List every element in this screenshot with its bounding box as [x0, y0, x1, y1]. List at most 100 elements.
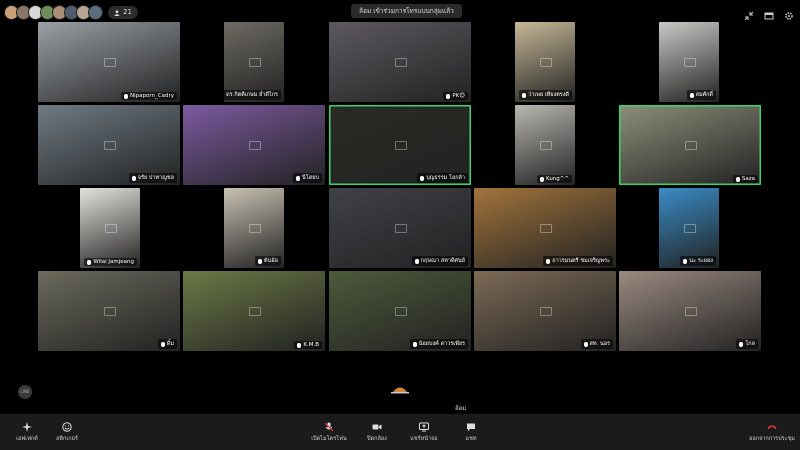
video-tile[interactable]: Nipaporn_Cadry [38, 22, 180, 102]
video-tile[interactable]: กฤษณา สหาดิศนย์ [329, 188, 471, 268]
camera-icon [105, 224, 117, 233]
mic-icon [739, 341, 744, 347]
video-tile[interactable]: Wilai Jamjeang [80, 188, 140, 268]
participant-name-text: โกล [745, 341, 755, 347]
camera-button[interactable]: ปิดกล้อง [357, 414, 397, 450]
video-tile[interactable]: จรัย ปาทาญชล [38, 105, 180, 185]
participant-name-text: ดิ๋ม [166, 341, 174, 347]
participant-name: กฤษณา สหาดิศนย์ [411, 256, 468, 266]
leave-meeting-label: ออกจากการประชุม [749, 435, 795, 442]
minimize-icon[interactable] [744, 6, 754, 21]
mic-icon [414, 258, 419, 264]
video-tile[interactable]: PK😊 [329, 22, 471, 102]
share-screen-button[interactable]: แชร์หน้าจอ [404, 414, 444, 450]
camera-icon [249, 224, 261, 233]
participant-name-text: ถาวรมนตรี ชมเจริญพระ [552, 258, 610, 264]
leave-meeting-button[interactable]: ออกจากการประชุม [748, 414, 796, 450]
video-tile[interactable]: นีโดยบ [183, 105, 325, 185]
mic-icon [683, 258, 688, 264]
video-tile[interactable]: K.M.B [183, 271, 325, 351]
mic-icon [420, 175, 425, 181]
participant-name: นะ ระยอง [680, 256, 716, 266]
video-tile[interactable]: ว่าเพย เทียงตรงดี [515, 22, 575, 102]
camera-icon [395, 141, 407, 150]
camera-icon [104, 307, 116, 316]
mic-icon [546, 258, 551, 264]
mic-icon [735, 176, 740, 182]
camera-icon [372, 424, 382, 429]
effects-icon [22, 421, 32, 432]
layout-icon[interactable] [764, 6, 774, 20]
participant-name: น้อยบงค์ ดาวรเพียร [409, 339, 468, 349]
mic-icon [412, 341, 417, 347]
avatar [88, 5, 103, 20]
video-tile[interactable]: ดร.กิตติเกษม ย่ำดีไกร [224, 22, 284, 102]
chat-label: แชท [465, 435, 477, 442]
video-tile[interactable]: สมศักดิ์ [659, 22, 719, 102]
person-icon [114, 9, 120, 16]
participant-name: จรัย ปาทาญชล [128, 173, 177, 183]
mic-icon [297, 342, 302, 348]
video-tile[interactable]: สท. นอร [474, 271, 616, 351]
camera-icon [685, 307, 697, 316]
mic-icon [160, 341, 165, 347]
participant-count-value: 21 [123, 8, 132, 16]
self-name: ล้อม [455, 405, 467, 412]
camera-icon [249, 307, 261, 316]
mic-label: เปิดไมโครโฟน [311, 435, 347, 442]
sticker-button[interactable]: สติกเกอร์ [50, 414, 84, 450]
camera-icon [540, 224, 552, 233]
participant-name: Nipaporn_Cadry [121, 92, 177, 100]
participant-name-text: ดร.กิตติเกษม ย่ำดีไกร [226, 92, 278, 98]
participant-name-text: จรัย ปาทาญชล [137, 175, 174, 181]
mic-icon [296, 175, 300, 181]
mic-icon [689, 92, 694, 98]
participant-name-text: ต้นอ้อ [264, 258, 278, 264]
effects-button[interactable]: เอฟเฟกต์ [10, 414, 44, 450]
chat-button[interactable]: แชท [451, 414, 491, 450]
video-tile[interactable]: โกล [619, 271, 761, 351]
camera-icon [685, 141, 697, 150]
participant-name-text: นะ ระยอง [689, 258, 713, 264]
participant-name: ดิ๋ม [157, 339, 177, 349]
video-tile[interactable]: Kung^^ [515, 105, 575, 185]
mic-button[interactable]: เปิดไมโครโฟน [304, 414, 354, 450]
participant-count[interactable]: 21 [108, 6, 138, 19]
hangup-icon [767, 424, 777, 429]
mic-icon [87, 259, 92, 265]
video-tile[interactable]: ดิ๋ม [38, 271, 180, 351]
gear-icon[interactable] [784, 6, 794, 20]
sticker-label: สติกเกอร์ [56, 435, 78, 442]
video-tile[interactable]: ต้นอ้อ [224, 188, 284, 268]
participant-name: สท. นอร [580, 339, 613, 349]
camera-icon [395, 307, 407, 316]
participant-name: นีโดยบ [293, 173, 322, 183]
self-view-icon [390, 380, 410, 394]
camera-icon [104, 58, 116, 67]
video-tile[interactable]: บุญธรรม โยกล้า [329, 105, 471, 185]
participant-name: PK😊 [443, 92, 468, 100]
participant-name-text: PK😊 [452, 93, 465, 99]
camera-icon [540, 307, 552, 316]
video-tile[interactable]: ถาวรมนตรี ชมเจริญพระ [474, 188, 616, 268]
video-tile[interactable]: น้อยบงค์ ดาวรเพียร [329, 271, 471, 351]
participant-name-text: สมศักดิ์ [695, 92, 713, 98]
video-tile[interactable]: Saza [619, 105, 761, 185]
camera-icon [249, 141, 261, 150]
participant-name-text: บุญธรรม โยกล้า [426, 175, 465, 181]
camera-icon [684, 58, 696, 67]
participant-name: บุญธรรม โยกล้า [417, 173, 468, 183]
participant-name: สมศักดิ์ [686, 90, 716, 100]
camera-icon [395, 58, 407, 67]
video-tile[interactable]: นะ ระยอง [659, 188, 719, 268]
join-notification: ล้อม เข้าร่วมการโทรแบบกลุ่มแล้ว [351, 4, 462, 18]
participant-name-text: Nipaporn_Cadry [130, 93, 174, 99]
mic-icon [446, 93, 451, 99]
participant-name-text: นีโดยบ [302, 175, 319, 181]
participant-name: Saza [732, 175, 758, 183]
participant-name: ว่าเพย เทียงตรงดี [519, 90, 572, 100]
control-bar: เอฟเฟกต์ สติกเกอร์ เปิดไมโครโฟน ปิดกล้อง… [0, 414, 800, 450]
participant-name-text: Wilai Jamjeang [93, 259, 134, 265]
participant-name-text: K.M.B [303, 342, 319, 348]
participant-avatars[interactable]: 21 [4, 5, 138, 20]
